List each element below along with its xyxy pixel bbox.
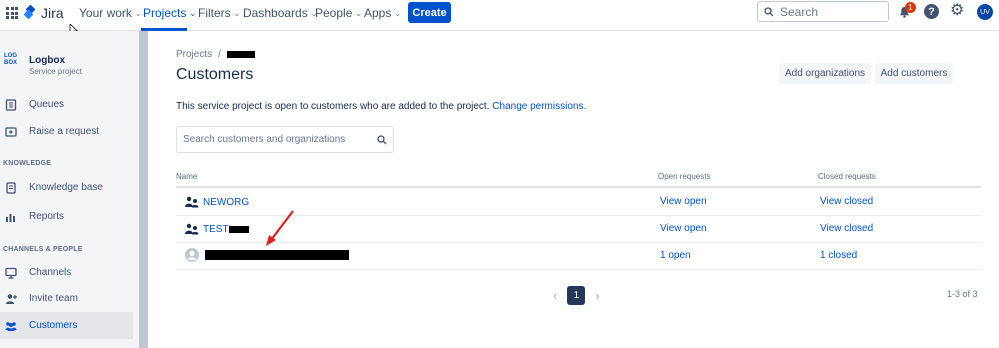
red-arrow-annotation	[266, 210, 294, 246]
project-logo[interactable]: LOG BOX	[4, 53, 20, 71]
row-divider	[176, 269, 981, 270]
organization-icon	[185, 196, 199, 208]
view-open-link[interactable]: View open	[660, 223, 707, 234]
add-organizations-button[interactable]: Add organizations	[779, 63, 871, 84]
search-icon	[764, 6, 774, 16]
view-open-link[interactable]: View open	[660, 196, 707, 207]
nav-apps[interactable]: Apps ⌄	[364, 6, 401, 20]
nav-your-work-label: Your work	[79, 6, 132, 20]
nav-people[interactable]: People ⌄	[315, 6, 362, 20]
nav-projects[interactable]: Projects ⌄	[143, 6, 196, 20]
notification-badge: 1	[905, 2, 916, 13]
closed-count-link[interactable]: 1 closed	[820, 250, 857, 261]
pagination: ‹ 1 ›	[553, 286, 600, 305]
breadcrumb: Projects /	[176, 49, 255, 60]
jira-logo[interactable]: Jira	[23, 4, 64, 21]
sidebar-item-label: Knowledge base	[29, 182, 103, 193]
sidebar-item-reports[interactable]: Reports	[0, 203, 133, 230]
app-name: Jira	[41, 5, 64, 21]
change-permissions-link[interactable]: Change permissions.	[492, 101, 586, 112]
sidebar-item-customers[interactable]: Customers	[0, 312, 133, 339]
sidebar-item-invite-team[interactable]: Invite team	[0, 285, 133, 312]
sidebar-item-label: Invite team	[29, 293, 78, 304]
view-closed-link[interactable]: View closed	[820, 223, 873, 234]
section-heading-knowledge: KNOWLEDGE	[3, 160, 52, 167]
sidebar-item-knowledge-base[interactable]: Knowledge base	[0, 174, 133, 201]
queues-icon	[5, 98, 17, 111]
customer-name-cell[interactable]: NEWORG	[185, 196, 249, 208]
sidebar-item-label: Customers	[29, 320, 78, 331]
chevron-down-icon: ⌄	[394, 8, 402, 18]
sidebar-item-queues[interactable]: Queues	[0, 91, 133, 118]
customer-name[interactable]: NEWORG	[203, 197, 249, 208]
chevron-down-icon: ⌄	[233, 8, 241, 18]
breadcrumb-projects[interactable]: Projects	[176, 49, 212, 60]
sidebar-item-label: Raise a request	[29, 126, 100, 137]
page-button-current[interactable]: 1	[567, 286, 586, 305]
redacted-customer-name	[205, 250, 349, 260]
add-customers-button[interactable]: Add customers	[875, 63, 953, 84]
app-switcher-icon[interactable]	[6, 7, 18, 19]
customer-search-placeholder: Search customers and organizations	[183, 134, 346, 145]
column-header-closed-requests: Closed requests	[818, 172, 876, 181]
nav-filters[interactable]: Filters ⌄	[198, 6, 240, 20]
nav-people-label: People	[315, 6, 353, 20]
search-icon	[377, 134, 387, 144]
results-count: 1-3 of 3	[947, 289, 978, 299]
raise-request-icon	[5, 126, 17, 137]
nav-apps-label: Apps	[364, 6, 392, 20]
customer-name[interactable]: TEST	[203, 224, 229, 235]
chevron-down-icon: ⌄	[189, 8, 197, 18]
top-navigation: Jira Your work ⌄ Projects ⌄ Filters ⌄ Dashb…	[0, 0, 999, 31]
nav-dashboards-label: Dashboards	[243, 6, 308, 20]
help-icon[interactable]: ?	[924, 4, 939, 19]
project-name[interactable]: Logbox	[29, 55, 65, 66]
nav-your-work[interactable]: Your work ⌄	[79, 6, 142, 20]
sidebar-scrollbar[interactable]	[139, 31, 148, 348]
global-search-placeholder: Search	[780, 4, 819, 19]
chevron-right-icon[interactable]: ›	[595, 288, 599, 303]
nav-filters-label: Filters	[198, 6, 231, 20]
global-search-input[interactable]: Search	[757, 1, 889, 22]
project-type: Service project	[29, 67, 82, 76]
chevron-down-icon: ⌄	[134, 8, 142, 18]
access-description-text: This service project is open to customer…	[176, 101, 490, 112]
view-closed-link[interactable]: View closed	[820, 196, 873, 207]
create-button[interactable]: Create	[408, 2, 451, 23]
channels-icon	[5, 267, 17, 279]
breadcrumb-separator: /	[218, 49, 221, 60]
redacted-text	[228, 225, 249, 233]
open-count-link[interactable]: 1 open	[660, 250, 691, 261]
gear-icon[interactable]: ⚙	[950, 3, 964, 19]
redacted-project-name	[226, 51, 255, 58]
page-title: Customers	[176, 66, 254, 83]
sidebar-item-label: Channels	[29, 267, 72, 278]
section-heading-channels: CHANNELS & PEOPLE	[3, 246, 83, 253]
chevron-left-icon[interactable]: ‹	[553, 288, 557, 303]
column-header-name: Name	[176, 172, 198, 181]
nav-projects-label: Projects	[143, 6, 187, 20]
reports-icon	[6, 213, 15, 222]
user-avatar-icon	[185, 248, 199, 262]
access-description: This service project is open to customer…	[176, 101, 586, 112]
customers-icon	[5, 321, 17, 331]
customer-search-input[interactable]: Search customers and organizations	[176, 126, 394, 153]
notifications-button[interactable]: 1	[897, 2, 919, 23]
knowledge-base-icon	[6, 181, 16, 194]
sidebar-item-channels[interactable]: Channels	[0, 259, 133, 286]
column-header-open-requests: Open requests	[658, 172, 711, 181]
sidebar-item-label: Queues	[29, 99, 65, 110]
chevron-down-icon: ⌄	[355, 8, 363, 18]
organization-icon	[185, 223, 199, 235]
invite-team-icon	[6, 293, 17, 304]
jira-logo-icon	[23, 4, 37, 20]
customer-name-cell[interactable]: TEST	[185, 223, 249, 235]
customer-name-cell[interactable]	[185, 248, 349, 262]
avatar[interactable]: UV	[977, 4, 993, 20]
sidebar-item-label: Reports	[29, 211, 65, 222]
nav-dashboards[interactable]: Dashboards ⌄	[243, 6, 317, 20]
sidebar-item-raise-request[interactable]: Raise a request	[0, 118, 133, 145]
